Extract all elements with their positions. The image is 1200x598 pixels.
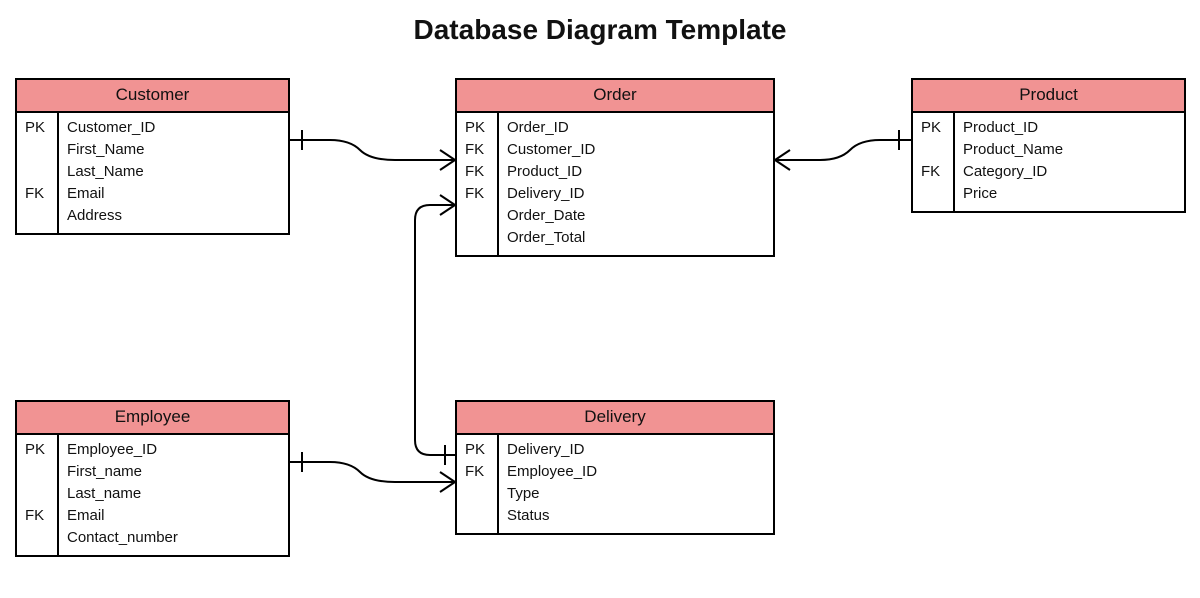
field-cell: Price — [955, 183, 1184, 205]
rel-delivery-order — [415, 195, 455, 465]
field-cell: Type — [499, 483, 773, 505]
field-cell: Address — [59, 205, 288, 227]
field-cell: First_name — [59, 461, 288, 483]
diagram-title: Database Diagram Template — [0, 14, 1200, 46]
entity-delivery-keys: PK FK — [457, 435, 499, 533]
key-cell: FK — [913, 161, 953, 183]
field-cell: Order_Total — [499, 227, 773, 249]
key-cell — [913, 139, 953, 161]
field-cell: Employee_ID — [59, 439, 288, 461]
key-cell — [913, 183, 953, 205]
key-cell: PK — [457, 117, 497, 139]
entity-employee-fields: Employee_ID First_name Last_name Email C… — [59, 435, 288, 555]
field-cell: Last_Name — [59, 161, 288, 183]
rel-employee-delivery — [290, 452, 455, 492]
field-cell: Customer_ID — [499, 139, 773, 161]
key-cell: PK — [17, 117, 57, 139]
entity-order-keys: PK FK FK FK — [457, 113, 499, 255]
entity-delivery-header: Delivery — [457, 402, 773, 435]
key-cell — [17, 205, 57, 227]
key-cell — [457, 227, 497, 249]
entity-product-header: Product — [913, 80, 1184, 113]
entity-delivery: Delivery PK FK Delivery_ID Employee_ID T… — [455, 400, 775, 535]
entity-product-keys: PK FK — [913, 113, 955, 211]
key-cell: FK — [17, 505, 57, 527]
field-cell: Category_ID — [955, 161, 1184, 183]
key-cell: FK — [457, 461, 497, 483]
entity-delivery-fields: Delivery_ID Employee_ID Type Status — [499, 435, 773, 533]
key-cell: PK — [17, 439, 57, 461]
field-cell: Order_ID — [499, 117, 773, 139]
field-cell: Delivery_ID — [499, 183, 773, 205]
entity-employee-keys: PK FK — [17, 435, 59, 555]
key-cell — [17, 527, 57, 549]
entity-order-header: Order — [457, 80, 773, 113]
field-cell: Product_Name — [955, 139, 1184, 161]
key-cell: PK — [913, 117, 953, 139]
field-cell: Contact_number — [59, 527, 288, 549]
key-cell: FK — [457, 161, 497, 183]
entity-customer-header: Customer — [17, 80, 288, 113]
field-cell: Order_Date — [499, 205, 773, 227]
key-cell — [457, 205, 497, 227]
key-cell — [17, 161, 57, 183]
entity-customer: Customer PK FK Customer_ID First_Name La… — [15, 78, 290, 235]
key-cell — [17, 461, 57, 483]
key-cell: PK — [457, 439, 497, 461]
entity-product-fields: Product_ID Product_Name Category_ID Pric… — [955, 113, 1184, 211]
field-cell: Product_ID — [955, 117, 1184, 139]
field-cell: Product_ID — [499, 161, 773, 183]
field-cell: First_Name — [59, 139, 288, 161]
diagram-page: Database Diagram Template Customer PK FK… — [0, 0, 1200, 598]
entity-order: Order PK FK FK FK Order_ID Customer_ID P… — [455, 78, 775, 257]
entity-customer-keys: PK FK — [17, 113, 59, 233]
entity-employee: Employee PK FK Employee_ID First_name La… — [15, 400, 290, 557]
key-cell — [457, 483, 497, 505]
entity-product: Product PK FK Product_ID Product_Name Ca… — [911, 78, 1186, 213]
rel-customer-order — [290, 130, 455, 170]
field-cell: Customer_ID — [59, 117, 288, 139]
field-cell: Last_name — [59, 483, 288, 505]
key-cell: FK — [17, 183, 57, 205]
rel-order-product — [775, 130, 911, 170]
field-cell: Employee_ID — [499, 461, 773, 483]
field-cell: Email — [59, 183, 288, 205]
entity-order-fields: Order_ID Customer_ID Product_ID Delivery… — [499, 113, 773, 255]
field-cell: Status — [499, 505, 773, 527]
key-cell: FK — [457, 139, 497, 161]
key-cell — [17, 483, 57, 505]
entity-customer-fields: Customer_ID First_Name Last_Name Email A… — [59, 113, 288, 233]
key-cell: FK — [457, 183, 497, 205]
entity-employee-header: Employee — [17, 402, 288, 435]
field-cell: Delivery_ID — [499, 439, 773, 461]
key-cell — [457, 505, 497, 527]
field-cell: Email — [59, 505, 288, 527]
key-cell — [17, 139, 57, 161]
